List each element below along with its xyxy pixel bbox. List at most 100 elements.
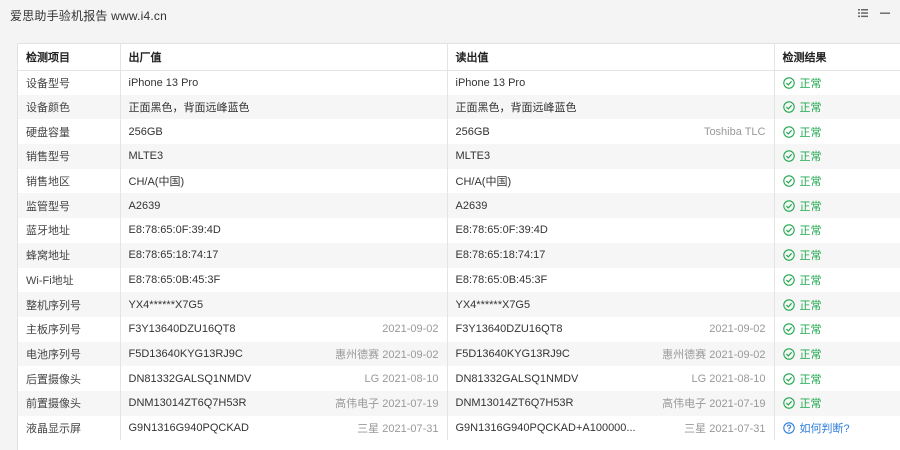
check-circle-icon — [782, 101, 795, 113]
item-cell: 电池序列号 — [18, 341, 121, 367]
item-cell: 主板序列号 — [18, 316, 121, 342]
list-icon[interactable] — [856, 6, 870, 20]
factory-cell: F3Y13640DZU16QT8 2021-09-02 — [120, 316, 448, 342]
result-text: 正常 — [799, 200, 822, 213]
minimize-icon[interactable] — [878, 6, 892, 20]
result-text: 正常 — [799, 151, 822, 164]
result-text: 正常 — [799, 126, 822, 139]
result-text: 正常 — [799, 102, 822, 115]
result-text: 正常 — [799, 348, 822, 361]
read-meta: Toshiba TLC — [703, 125, 766, 138]
item-cell: 销售型号 — [18, 144, 121, 169]
result-text: 正常 — [799, 324, 822, 337]
result-cell: 正常 — [774, 341, 900, 367]
factory-value: E8:78:65:18:74:17 — [128, 249, 219, 262]
item-cell: 设备型号 — [18, 70, 121, 95]
item-cell: 销售地区 — [18, 168, 121, 194]
read-value: F5D13640KYG13RJ9C — [455, 347, 570, 360]
factory-cell: G9N1316G940PQCKAD 三星 2021-07-31 — [120, 415, 448, 441]
result-cell: 正常 — [774, 218, 900, 243]
read-meta: 三星 2021-07-31 — [684, 422, 766, 435]
check-circle-icon — [782, 323, 795, 335]
read-cell: F3Y13640DZU16QT8 2021-09-02 — [447, 316, 775, 342]
factory-value: CH/A(中国) — [128, 176, 185, 189]
item-cell: 前置摄像头 — [18, 390, 121, 416]
read-value: DN81332GALSQ1NMDV — [455, 372, 579, 385]
table-row: 液晶显示屏 G9N1316G940PQCKAD 三星 2021-07-31 G9N13… — [18, 415, 900, 441]
read-value: 正面黑色，背面远峰蓝色 — [455, 102, 577, 115]
table-header-row: 检测项目 出厂值 读出值 检测结果 — [18, 44, 900, 71]
table-row: 整机序列号 YX4******X7G5 YX4******X7G5 正常 — [18, 292, 900, 317]
result-text: 正常 — [799, 77, 822, 90]
factory-meta: 惠州德赛 2021-09-02 — [335, 348, 439, 361]
read-value: iPhone 13 Pro — [455, 76, 526, 89]
result-cell: 正常 — [774, 267, 900, 293]
title-bar: 爱思助手验机报告 www.i4.cn — [0, 0, 900, 30]
factory-cell: 正面黑色，背面远峰蓝色 — [120, 94, 448, 120]
table-row: 后置摄像头 DN81332GALSQ1NMDV LG 2021-08-10 DN813… — [18, 366, 900, 391]
result-cell: 正常 — [774, 70, 900, 95]
check-circle-icon — [782, 397, 795, 410]
result-text: 正常 — [799, 176, 822, 189]
factory-cell: YX4******X7G5 — [120, 292, 448, 317]
read-value: DNM13014ZT6Q7H53R — [455, 397, 574, 410]
how-to-judge-link[interactable]: 如何判断? — [800, 420, 850, 436]
factory-value: DNM13014ZT6Q7H53R — [128, 397, 247, 410]
read-cell: A2639 — [447, 193, 775, 219]
read-meta: LG 2021-08-10 — [691, 372, 766, 385]
item-cell: 后置摄像头 — [18, 366, 121, 391]
factory-cell: iPhone 13 Pro — [120, 70, 448, 95]
item-cell: 蓝牙地址 — [18, 218, 121, 243]
result-cell: 正常 — [774, 242, 900, 268]
read-cell: F5D13640KYG13RJ9C 惠州德赛 2021-09-02 — [447, 341, 775, 367]
read-cell: 正面黑色，背面远峰蓝色 — [447, 94, 775, 120]
table-row: 蓝牙地址 E8:78:65:0F:39:4D E8:78:65:0F:39:4D 正常 — [18, 218, 900, 243]
item-cell: 整机序列号 — [18, 292, 121, 317]
table-row: 硬盘容量 256GB 256GB Toshiba TLC 正常 — [18, 119, 900, 145]
check-circle-icon — [782, 372, 795, 385]
table-row: 前置摄像头 DNM13014ZT6Q7H53R 高伟电子 2021-07-19 DNM… — [18, 390, 900, 416]
read-value: YX4******X7G5 — [455, 298, 531, 311]
report-panel: 检测项目 出厂值 读出值 检测结果 设备型号 iPhone 13 Pro iPhon… — [17, 43, 900, 450]
read-cell: G9N1316G940PQCKAD+A100000... 三星 2021-07-3… — [447, 415, 775, 441]
check-circle-icon — [782, 249, 795, 261]
result-cell: 正常 — [774, 390, 900, 416]
factory-value: F5D13640KYG13RJ9C — [128, 347, 243, 360]
item-cell: Wi-Fi地址 — [18, 267, 121, 293]
factory-value: DN81332GALSQ1NMDV — [128, 372, 252, 385]
result-cell: 正常 — [774, 316, 900, 342]
table-row: 销售型号 MLTE3 MLTE3 正常 — [18, 144, 900, 169]
read-value: F3Y13640DZU16QT8 — [455, 323, 563, 336]
read-cell: E8:78:65:0F:39:4D — [447, 218, 775, 243]
item-cell: 蜂窝地址 — [18, 242, 121, 268]
table-row: 电池序列号 F5D13640KYG13RJ9C 惠州德赛 2021-09-02 F5D… — [18, 341, 900, 367]
check-circle-icon — [782, 76, 795, 89]
question-circle-icon — [782, 422, 795, 434]
result-cell: 正常 — [774, 119, 900, 145]
read-cell: iPhone 13 Pro — [447, 70, 775, 95]
result-text: 正常 — [799, 373, 822, 386]
column-header-result: 检测结果 — [774, 44, 900, 71]
read-cell: E8:78:65:18:74:17 — [447, 242, 775, 268]
result-text: 正常 — [799, 299, 822, 312]
read-value: 256GB — [455, 125, 490, 138]
check-circle-icon — [782, 298, 795, 311]
factory-value: E8:78:65:0F:39:4D — [128, 224, 221, 237]
factory-cell: MLTE3 — [120, 144, 448, 169]
read-cell: DN81332GALSQ1NMDV LG 2021-08-10 — [447, 366, 775, 391]
factory-meta: 2021-09-02 — [382, 323, 439, 336]
result-cell[interactable]: 如何判断? — [774, 415, 900, 441]
factory-cell: E8:78:65:18:74:17 — [120, 242, 448, 268]
factory-value: MLTE3 — [128, 150, 164, 163]
table-row: 设备型号 iPhone 13 Pro iPhone 13 Pro 正常 — [18, 70, 900, 95]
item-cell: 硬盘容量 — [18, 119, 121, 145]
item-cell: 设备颜色 — [18, 94, 121, 120]
factory-cell: CH/A(中国) — [120, 168, 448, 194]
result-cell: 正常 — [774, 144, 900, 169]
item-cell: 液晶显示屏 — [18, 415, 121, 441]
factory-value: G9N1316G940PQCKAD — [128, 421, 249, 434]
result-cell: 正常 — [774, 193, 900, 219]
factory-value: F3Y13640DZU16QT8 — [128, 323, 236, 336]
factory-cell: E8:78:65:0B:45:3F — [120, 267, 448, 293]
factory-value: E8:78:65:0B:45:3F — [128, 273, 221, 286]
